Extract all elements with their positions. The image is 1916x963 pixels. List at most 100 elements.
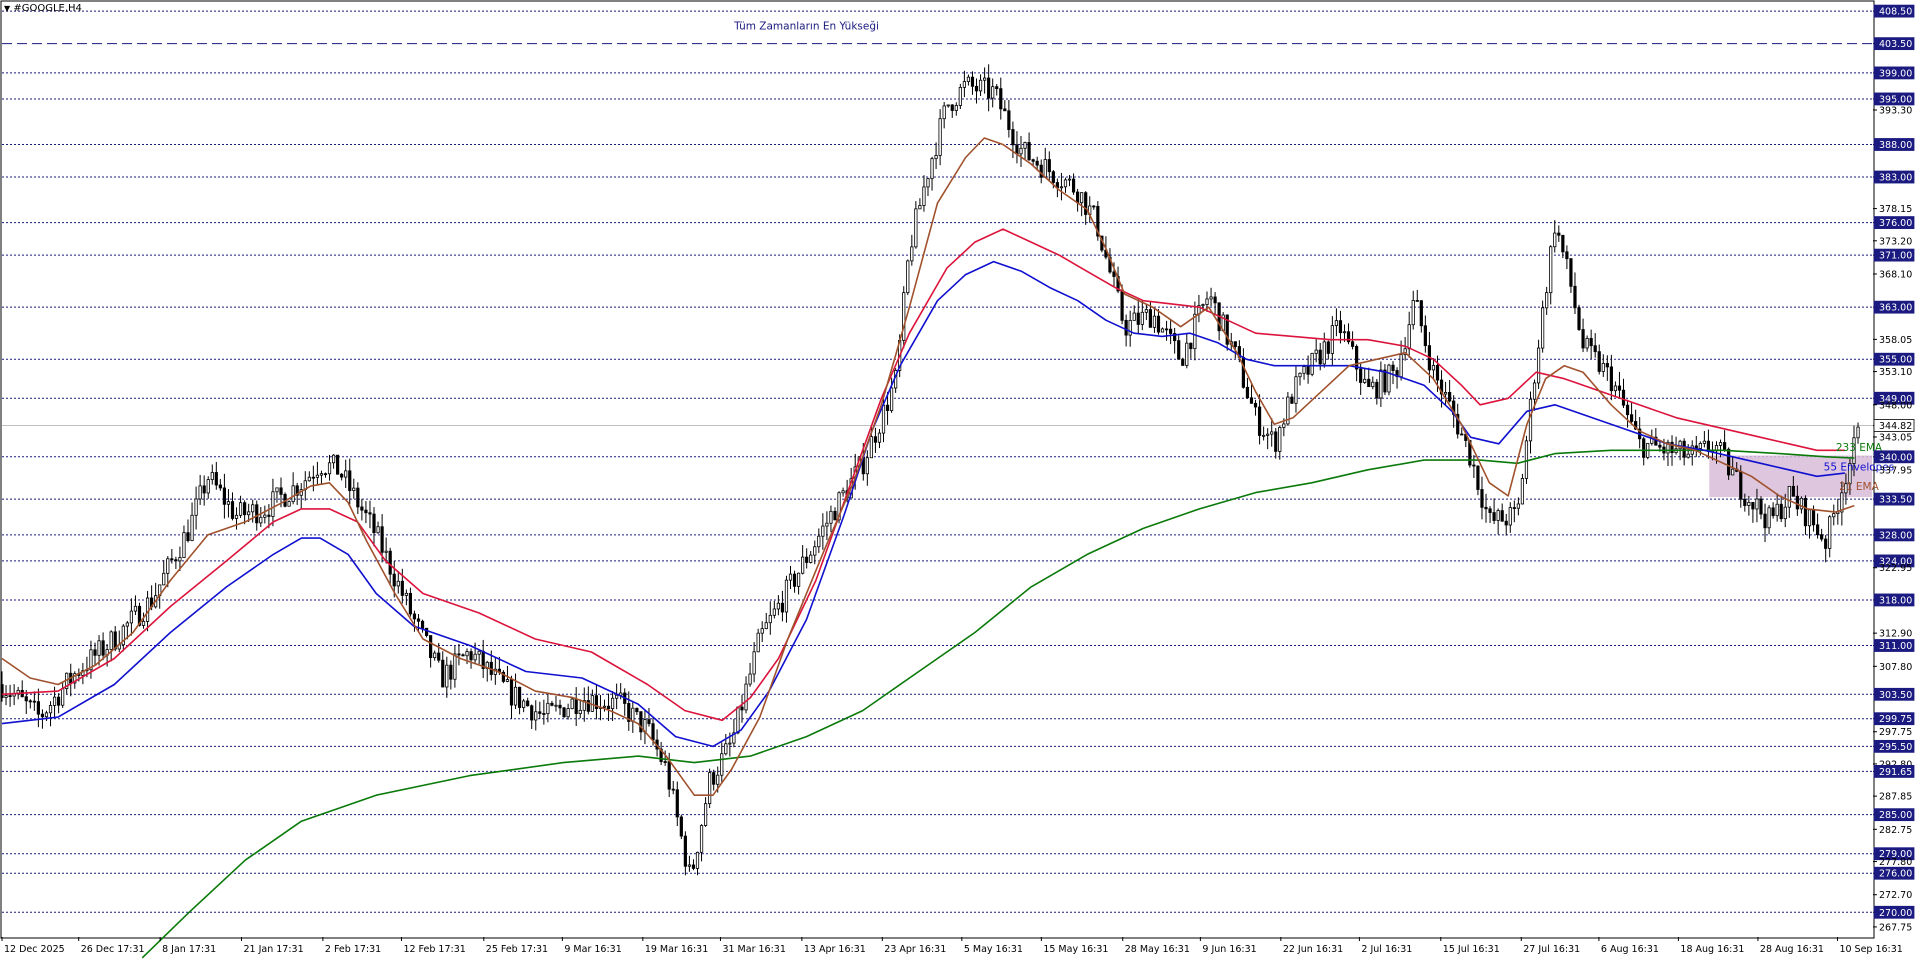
- candle-body: [1500, 510, 1504, 522]
- candle-body: [534, 711, 538, 721]
- candle-body: [1274, 431, 1278, 452]
- candle-body: [1071, 178, 1076, 193]
- candle-body: [1569, 258, 1573, 287]
- candle-body: [1496, 510, 1500, 521]
- candle-body: [1027, 142, 1031, 161]
- candle-body: [1266, 433, 1270, 436]
- candle-body: [740, 706, 744, 711]
- price-label: 388.00: [1879, 140, 1912, 151]
- candle-body: [942, 105, 946, 120]
- candle-body: [671, 788, 675, 791]
- candle-body: [885, 404, 890, 411]
- candle-body: [166, 558, 170, 574]
- candle-body: [206, 479, 210, 494]
- candle-body: [748, 673, 752, 685]
- candle-body: [1520, 478, 1525, 505]
- candle-body: [1727, 448, 1731, 476]
- price-label: 303.50: [1879, 690, 1912, 701]
- candle-body: [101, 640, 105, 656]
- level-lines: Tüm Zamanların En Yükseği: [2, 10, 1873, 913]
- candle-body: [1532, 382, 1537, 400]
- candle-body: [906, 260, 910, 294]
- candle-body: [1577, 307, 1581, 330]
- indicator-series: [1, 137, 1855, 959]
- price-label: 368.10: [1879, 269, 1912, 280]
- candle-body: [1007, 110, 1011, 130]
- candle-body: [1399, 354, 1403, 378]
- candle-body: [538, 711, 542, 714]
- candle-body: [279, 487, 283, 495]
- candle-body: [44, 712, 49, 718]
- candle-body: [162, 572, 166, 586]
- candle-body: [809, 554, 813, 563]
- candle-body: [36, 701, 40, 715]
- candle-body: [1383, 369, 1387, 393]
- candle-body: [1294, 376, 1298, 404]
- candle-body: [542, 713, 546, 715]
- candle-body: [1035, 160, 1039, 166]
- candle-body: [1140, 311, 1144, 325]
- price-axis: 408.50 403.50 399.00 395.00393.30 388.00 383.…: [1873, 4, 1915, 933]
- candle-body: [174, 559, 178, 562]
- candle-body: [226, 501, 231, 505]
- candle-body: [1731, 468, 1735, 476]
- price-label: 295.50: [1879, 742, 1912, 753]
- candle-body: [1148, 309, 1152, 328]
- candle-body: [983, 77, 987, 81]
- collapse-triangle-icon[interactable]: ▼: [4, 4, 10, 13]
- candle-body: [950, 104, 954, 111]
- candle-body: [772, 608, 776, 616]
- candle-body: [1573, 285, 1577, 309]
- candle-body: [28, 700, 32, 703]
- candle-body: [275, 487, 279, 493]
- candle-body: [372, 513, 376, 534]
- candle-body: [218, 484, 222, 489]
- candle-body: [1613, 385, 1618, 392]
- candle-body: [222, 487, 227, 505]
- candle-body: [865, 457, 869, 475]
- candle-body: [396, 580, 400, 587]
- price-label: 276.00: [1879, 869, 1912, 880]
- price-label: 408.50: [1879, 7, 1912, 18]
- candle-body: [1350, 341, 1355, 347]
- candle-body: [1763, 513, 1767, 529]
- candle-body: [554, 704, 558, 707]
- candle-body: [202, 485, 206, 494]
- candle-body: [1625, 404, 1630, 416]
- candle-body: [1375, 381, 1379, 399]
- candle-body: [1326, 341, 1330, 354]
- price-label: 399.00: [1879, 68, 1912, 79]
- candle-body: [170, 558, 174, 561]
- time-label: 28 Aug 16:31: [1760, 944, 1824, 955]
- candle-body: [307, 476, 311, 482]
- candle-body: [263, 514, 267, 518]
- candle-body: [125, 622, 129, 627]
- candle-body: [695, 851, 700, 869]
- candle-body: [1152, 315, 1157, 328]
- candle-body: [1205, 298, 1209, 305]
- price-label: 328.00: [1879, 530, 1912, 541]
- price-label: 272.70: [1879, 890, 1912, 901]
- candle-body: [1213, 296, 1217, 304]
- candle-body: [1791, 485, 1795, 497]
- candle-body: [1856, 426, 1860, 439]
- candle-body: [1059, 186, 1064, 189]
- candle-body: [453, 653, 457, 680]
- price-label: 282.75: [1879, 825, 1912, 836]
- price-label: 318.00: [1879, 595, 1912, 606]
- candle-body: [562, 707, 566, 718]
- candle-body: [801, 556, 805, 574]
- candle-body: [869, 436, 873, 459]
- price-label: 395.00: [1879, 94, 1912, 105]
- candle-body: [728, 742, 732, 745]
- price-label: 297.75: [1879, 727, 1912, 738]
- candle-body: [1124, 319, 1128, 336]
- candle-body: [57, 696, 61, 706]
- candle-body: [1775, 503, 1779, 517]
- candle-body: [1722, 442, 1727, 450]
- price-label: 344.82: [1879, 421, 1912, 432]
- candle-body: [1658, 444, 1662, 448]
- candle-body: [610, 697, 615, 709]
- candle-body: [744, 683, 748, 711]
- time-label: 5 May 16:31: [964, 944, 1023, 955]
